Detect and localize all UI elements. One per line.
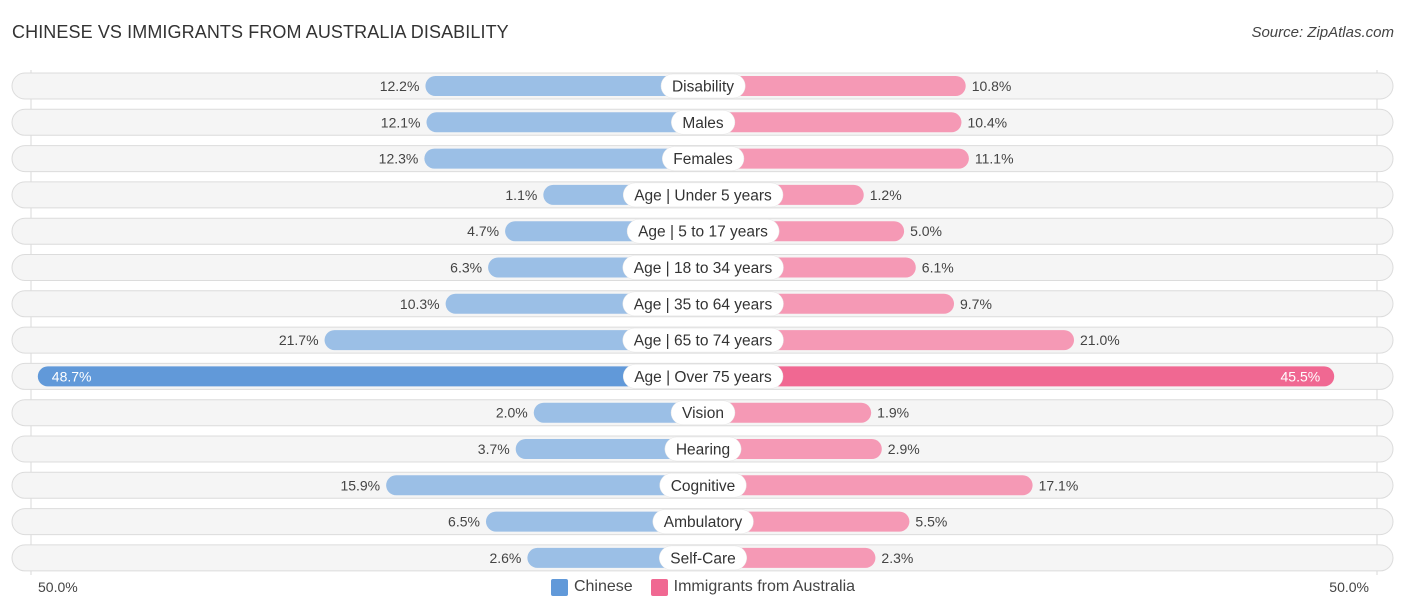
value-label-chinese: 2.6% <box>489 550 521 566</box>
category-label: Age | Over 75 years <box>634 369 772 386</box>
value-label-australia: 21.0% <box>1080 332 1120 348</box>
value-label-australia: 9.7% <box>960 296 992 312</box>
legend-item-australia[interactable]: Immigrants from Australia <box>650 578 856 596</box>
legend-item-chinese[interactable]: Chinese <box>550 578 633 596</box>
value-label-australia: 2.3% <box>881 550 913 566</box>
category-label: Disability <box>672 79 734 96</box>
value-label-chinese: 10.3% <box>400 296 440 312</box>
value-label-chinese: 6.5% <box>448 514 480 530</box>
bar-row: Self-Care 2.6% 2.3% <box>11 544 1394 572</box>
legend-label-chinese: Chinese <box>573 578 633 595</box>
bar-chinese <box>424 148 703 169</box>
value-label-australia: 11.1% <box>975 151 1014 167</box>
value-label-chinese: 12.2% <box>380 78 420 94</box>
bar-row: Age | 18 to 34 years 6.3% 6.1% <box>11 254 1394 281</box>
bar-row: Males 12.1% 10.4% <box>11 108 1394 136</box>
legend-label-australia: Immigrants from Australia <box>673 578 856 595</box>
value-label-australia: 5.5% <box>915 514 947 530</box>
value-label-australia: 2.9% <box>888 441 920 457</box>
bar-chinese <box>386 475 703 496</box>
category-label: Age | 35 to 64 years <box>634 296 773 313</box>
bar-row: Ambulatory 6.5% 5.5% <box>11 508 1394 536</box>
value-label-chinese: 6.3% <box>450 260 482 276</box>
value-label-chinese: 48.7% <box>52 368 92 384</box>
bar-row: Hearing 3.7% 2.9% <box>11 435 1394 463</box>
bar-row: Vision 2.0% 1.9% <box>11 399 1394 427</box>
category-label: Females <box>673 151 733 168</box>
category-label: Cognitive <box>671 478 736 495</box>
category-label: Age | Under 5 years <box>634 187 772 204</box>
category-label: Self-Care <box>670 550 735 567</box>
value-label-australia: 5.0% <box>910 223 942 239</box>
bar-row: Age | 35 to 64 years 10.3% 9.7% <box>11 290 1394 318</box>
bar-row: Age | Under 5 years 1.1% 1.2% <box>11 181 1394 209</box>
bar-row: Age | 65 to 74 years 21.7% 21.0% <box>11 326 1394 354</box>
category-label: Age | 5 to 17 years <box>638 224 768 241</box>
bar-chinese <box>426 112 703 133</box>
bar-australia <box>703 112 962 133</box>
bar-australia <box>703 366 1335 387</box>
value-label-chinese: 1.1% <box>505 187 537 203</box>
value-label-australia: 6.1% <box>922 260 954 276</box>
value-label-chinese: 15.9% <box>340 477 380 493</box>
bar-row: Age | 5 to 17 years 4.7% 5.0% <box>11 217 1394 245</box>
bar-row: Females 12.3% 11.1% <box>11 145 1394 173</box>
bar-row: Cognitive 15.9% 17.1% <box>11 471 1394 499</box>
value-label-australia: 1.9% <box>877 405 909 421</box>
value-label-chinese: 4.7% <box>467 223 499 239</box>
value-label-australia: 17.1% <box>1039 477 1079 493</box>
category-label: Ambulatory <box>664 514 743 531</box>
bar-row: Age | Over 75 years 48.7% 45.5% <box>11 362 1394 390</box>
category-label: Hearing <box>676 442 730 459</box>
legend: Chinese Immigrants from Australia <box>0 578 1406 596</box>
diverging-bar-chart: Disability 12.2% 10.8% Males 12.1% 10.4% Femal… <box>11 70 1394 575</box>
value-label-chinese: 2.0% <box>496 405 528 421</box>
bar-australia <box>703 475 1033 496</box>
bar-chinese <box>37 366 703 387</box>
value-label-chinese: 21.7% <box>279 332 319 348</box>
value-label-chinese: 3.7% <box>478 441 510 457</box>
value-label-australia: 10.8% <box>972 78 1012 94</box>
value-label-australia: 45.5% <box>1281 368 1321 384</box>
bar-row: Disability 12.2% 10.8% <box>11 72 1394 100</box>
category-label: Males <box>682 115 724 132</box>
legend-swatch-chinese <box>550 578 568 596</box>
value-label-chinese: 12.1% <box>381 114 421 130</box>
value-label-australia: 1.2% <box>870 187 902 203</box>
category-label: Age | 18 to 34 years <box>634 260 773 277</box>
category-label: Age | 65 to 74 years <box>634 333 773 350</box>
value-label-australia: 10.4% <box>967 114 1007 130</box>
legend-swatch-australia <box>650 578 668 596</box>
value-label-chinese: 12.3% <box>379 151 419 167</box>
category-label: Vision <box>682 405 724 422</box>
